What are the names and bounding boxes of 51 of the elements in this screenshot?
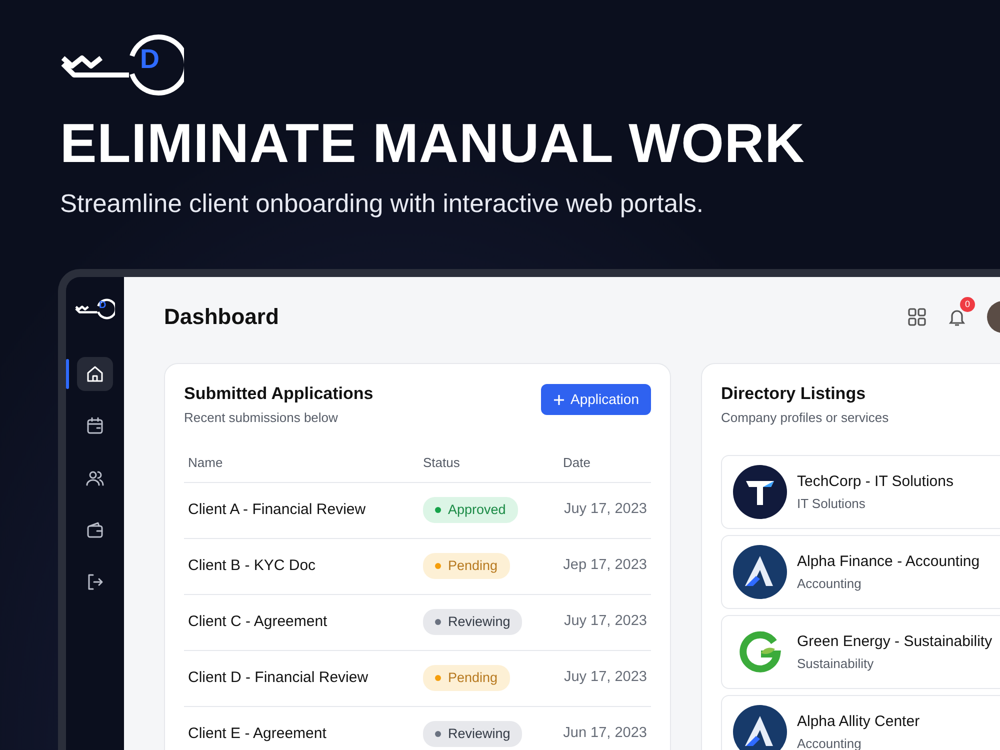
logo-icon (75, 298, 115, 320)
card-subtitle: Recent submissions below (184, 408, 339, 427)
company-name: Alpha Finance - Accounting (797, 552, 980, 572)
status-pill: Approved (423, 497, 518, 524)
column-header: Status (423, 454, 461, 472)
headline: ELIMINATE MANUAL WORK (60, 116, 806, 171)
tagline: Streamline client onboarding with interactive web portals. (60, 189, 705, 220)
grid-icon[interactable] (907, 307, 927, 328)
status-pill: Reviewing (423, 721, 522, 748)
client-name: Client A - Financial Review (188, 500, 367, 520)
column-header: Date (563, 454, 592, 472)
logo-letter: D (99, 301, 106, 312)
card-title: Submitted Applications (184, 384, 374, 405)
directory-item[interactable]: Alpha Allity Center Accounting (721, 695, 1000, 750)
client-name: Client B - KYC Doc (188, 556, 317, 576)
status-pill: Reviewing (423, 609, 522, 636)
company-category: IT Solutions (797, 494, 866, 513)
date-text: Juy 17, 2023 (563, 612, 648, 632)
company-logo (733, 545, 787, 600)
status-pill: Pending (423, 665, 510, 692)
column-header: Name (188, 454, 224, 472)
status-pill: Pending (423, 553, 510, 580)
date-text: Juy 17, 2023 (563, 500, 648, 520)
company-name: Alpha Allity Center (797, 712, 920, 732)
company-name: TechCorp - IT Solutions (797, 472, 954, 492)
client-name: Client D - Financial Review (188, 668, 370, 688)
date-text: Jep 17, 2023 (563, 556, 648, 576)
company-name: Green Energy - Sustainability (797, 632, 992, 652)
wallet-icon (85, 520, 105, 540)
home-icon (85, 364, 105, 384)
date-text: Jun 17, 2023 (563, 724, 648, 744)
company-category: Accounting (797, 734, 862, 750)
directory-item[interactable]: Green Energy - Sustainability Sustainability (721, 615, 1000, 690)
client-name: Client C - Agreement (188, 612, 328, 632)
company-category: Sustainability (797, 654, 875, 673)
date-text: Juy 17, 2023 (563, 668, 648, 688)
company-category: Accounting (797, 574, 862, 593)
directory-item[interactable]: TechCorp - IT Solutions IT Solutions (721, 455, 1000, 530)
card-subtitle: Company profiles or services (721, 408, 890, 427)
bell-icon[interactable] (947, 307, 967, 328)
plus-icon (552, 394, 564, 406)
add-application-button[interactable]: Application (540, 384, 651, 416)
logo-letter: D (140, 46, 160, 73)
directory-item[interactable]: Alpha Finance - Accounting Accounting (721, 535, 1000, 610)
card-title: Directory Listings (721, 384, 867, 405)
client-name: Client E - Agreement (188, 724, 328, 744)
page-title: Dashboard (164, 304, 280, 330)
notification-count: 0 (960, 297, 975, 312)
logo-icon (60, 34, 184, 96)
calendar-icon (85, 416, 105, 436)
company-logo (733, 465, 787, 520)
